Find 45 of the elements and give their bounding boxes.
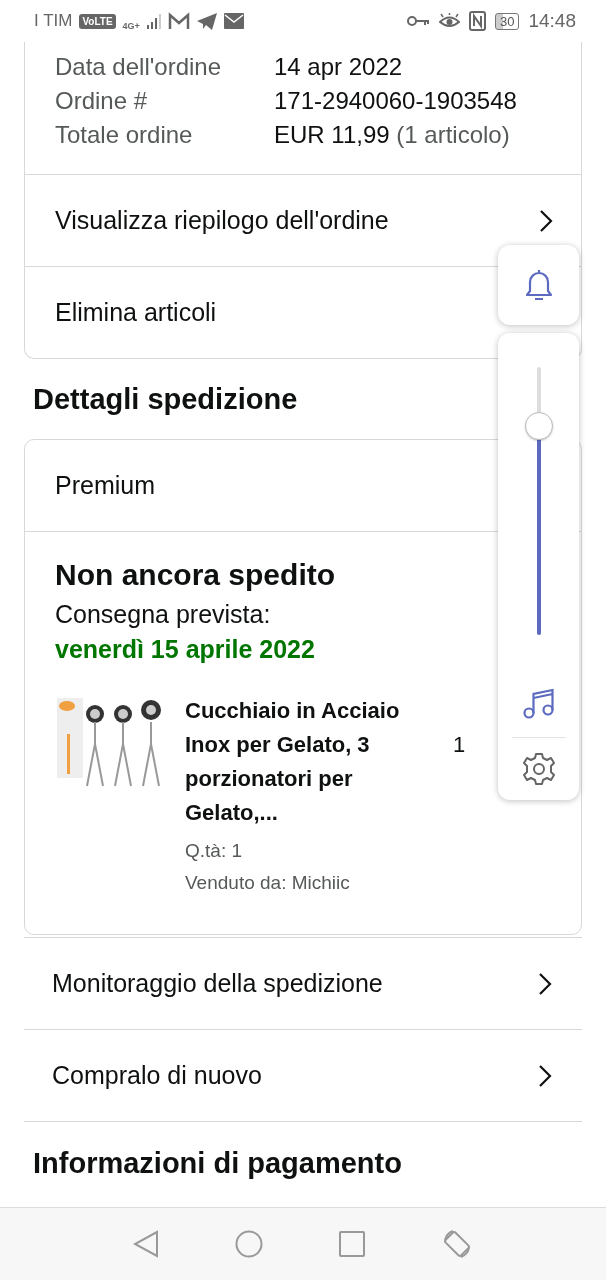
info-label: Ordine #: [55, 86, 149, 116]
delivery-label: Consegna prevista:: [55, 600, 272, 629]
info-value: 171-2940060-1903548: [274, 86, 517, 116]
notification-volume-button[interactable]: [498, 245, 579, 325]
item-count: (1 articolo): [395, 120, 510, 150]
section-heading: Informazioni di pagamento: [33, 1147, 402, 1180]
info-label: Data dell'ordine: [55, 52, 223, 82]
action-link[interactable]: Compralo di nuovo: [52, 1061, 262, 1090]
gmail-icon: [167, 12, 190, 30]
rotate-icon[interactable]: [441, 1228, 473, 1260]
info-value: EUR 11,99: [274, 120, 390, 150]
action-link[interactable]: Monitoraggio della spedizione: [52, 969, 383, 998]
nfc-icon: [469, 11, 486, 31]
section-heading: Dettagli spedizione: [33, 382, 298, 416]
music-note-icon[interactable]: [522, 687, 555, 719]
envelope-icon: [223, 13, 244, 29]
product-title[interactable]: Cucchiaio in Acciaio Inox per Gelato, 3 porzionatori per Gelato,...: [185, 694, 423, 830]
shipment-status: Non ancora spedito: [55, 558, 337, 592]
network-type: 4G+: [122, 21, 140, 31]
back-icon[interactable]: [133, 1230, 159, 1258]
signal-icon: [146, 13, 161, 29]
paper-plane-icon: [196, 12, 217, 30]
recent-apps-icon[interactable]: [339, 1231, 365, 1257]
key-icon: [407, 15, 430, 27]
delivery-date: venerdì 15 aprile 2022: [55, 635, 316, 664]
product-info-text: 1: [453, 731, 466, 759]
home-icon[interactable]: [235, 1230, 263, 1258]
chevron-right-icon: [538, 971, 552, 996]
seller: Venduto da: Michiic: [185, 872, 351, 894]
eye-icon: [439, 13, 460, 29]
shipping-service: Premium: [55, 471, 155, 500]
slider-thumb[interactable]: [524, 411, 553, 440]
action-link[interactable]: Elimina articoli: [55, 298, 217, 327]
chevron-right-icon: [539, 208, 553, 233]
info-value: 14 apr 2022: [274, 52, 403, 82]
bell-icon: [523, 268, 554, 302]
carrier-name: I TIM: [34, 11, 73, 31]
volte-badge: VoLTE: [79, 13, 116, 29]
chevron-right-icon: [538, 1063, 552, 1088]
info-label: Totale ordine: [55, 120, 194, 150]
clock: 14:48: [528, 10, 576, 32]
action-link[interactable]: Visualizza riepilogo dell'ordine: [55, 206, 389, 235]
settings-icon[interactable]: [521, 752, 556, 786]
battery-level: 30: [495, 12, 520, 30]
quantity: Q.tà: 1: [185, 840, 244, 862]
